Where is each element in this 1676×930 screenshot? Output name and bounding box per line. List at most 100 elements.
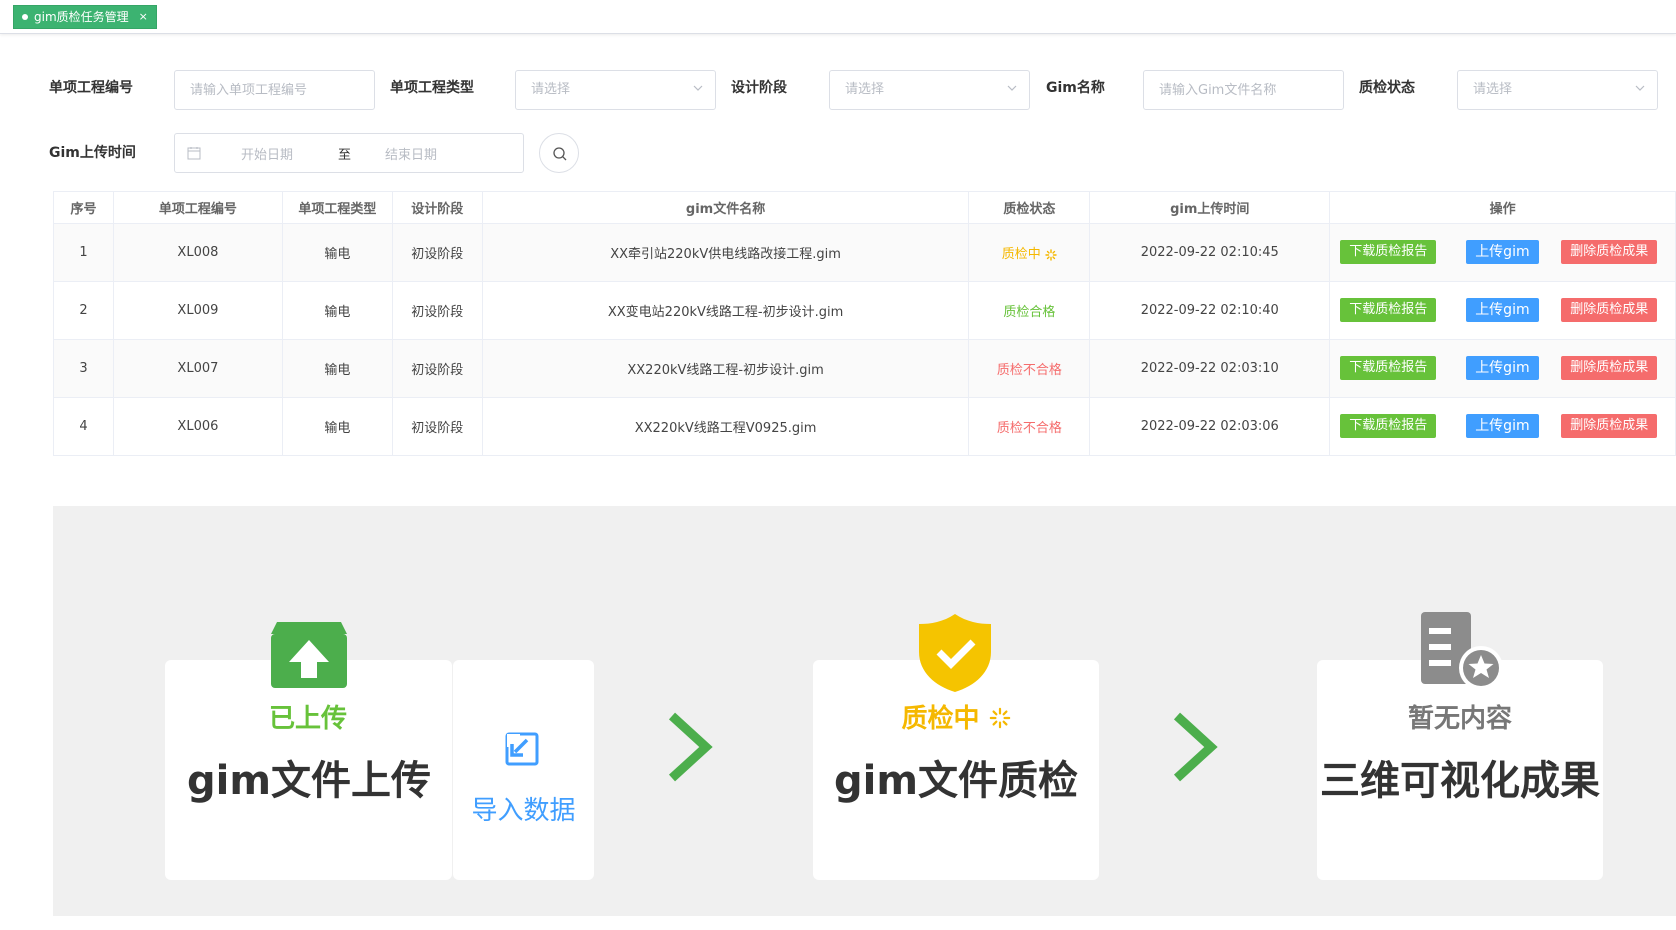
shield-check-icon <box>919 614 991 692</box>
import-icon[interactable] <box>503 730 541 768</box>
download-report-button[interactable]: 下载质检报告 <box>1340 356 1437 380</box>
cell-no: 1 <box>53 223 114 282</box>
cell-stage: 初设阶段 <box>391 339 483 398</box>
cell-stage: 初设阶段 <box>391 397 483 456</box>
cell-actions: 下载质检报告 上传gim 删除质检成果 <box>1329 397 1676 456</box>
step-qc-status: 质检中 <box>813 698 1099 735</box>
upload-gim-button[interactable]: 上传gim <box>1466 414 1539 438</box>
cell-status: 质检不合格 <box>968 339 1091 398</box>
delete-result-button[interactable]: 删除质检成果 <box>1561 240 1658 264</box>
step-qc-status-text: 质检中 <box>901 704 980 734</box>
delete-result-button[interactable]: 删除质检成果 <box>1561 414 1658 438</box>
cell-time: 2022-09-22 02:10:45 <box>1089 223 1331 282</box>
upload-box-icon <box>271 622 347 688</box>
qc-status-label: 质检状态 <box>1359 80 1415 96</box>
step-visual-title: 三维可视化成果 <box>1320 758 1600 804</box>
upload-gim-button[interactable]: 上传gim <box>1466 356 1539 380</box>
download-report-button[interactable]: 下载质检报告 <box>1340 240 1437 264</box>
table-row: 4 XL006 输电 初设阶段 XX220kV线路工程V0925.gim 质检不… <box>53 397 1676 456</box>
col-header-time: gim上传时间 <box>1089 191 1331 224</box>
end-date-input[interactable]: 结束日期 <box>385 144 437 163</box>
col-header-actions: 操作 <box>1329 191 1676 224</box>
cell-code: XL007 <box>112 339 283 398</box>
cell-status: 质检不合格 <box>968 397 1091 456</box>
chevron-down-icon <box>1007 85 1017 91</box>
tab-label: gim质检任务管理 <box>34 10 129 24</box>
status-badge: 质检不合格 <box>996 421 1062 436</box>
cell-no: 2 <box>53 281 114 340</box>
cell-stage: 初设阶段 <box>391 223 483 282</box>
cell-file: XX220kV线路工程-初步设计.gim <box>481 339 970 398</box>
design-stage-label: 设计阶段 <box>731 80 787 96</box>
cell-code: XL009 <box>112 281 283 340</box>
design-stage-placeholder: 请选择 <box>845 82 885 97</box>
cell-code: XL008 <box>112 223 283 282</box>
import-data-label[interactable]: 导入数据 <box>453 790 594 827</box>
gim-task-table: 序号 单项工程编号 单项工程类型 设计阶段 gim文件名称 质检状态 gim上传… <box>53 191 1676 456</box>
cell-type: 输电 <box>281 397 393 456</box>
step-upload-status: 已上传 <box>268 704 347 734</box>
document-star-icon <box>1421 612 1503 690</box>
date-range-separator: 至 <box>338 148 352 163</box>
step-visual-status: 暂无内容 <box>1407 704 1512 734</box>
cell-file: XX变电站220kV线路工程-初步设计.gim <box>481 281 970 340</box>
cell-actions: 下载质检报告 上传gim 删除质检成果 <box>1329 339 1676 398</box>
spinner-icon <box>1045 248 1057 261</box>
search-icon <box>553 147 567 161</box>
cell-time: 2022-09-22 02:03:06 <box>1089 397 1331 456</box>
col-header-file: gim文件名称 <box>481 191 970 224</box>
cell-status: 质检中 <box>968 223 1091 282</box>
chevron-down-icon <box>693 85 703 91</box>
qc-status-select[interactable]: 请选择 <box>1457 70 1658 110</box>
delete-result-button[interactable]: 删除质检成果 <box>1561 356 1658 380</box>
upload-date-range-picker[interactable]: 开始日期 至 结束日期 <box>174 133 524 173</box>
status-badge: 质检不合格 <box>996 363 1062 378</box>
spinner-icon <box>989 707 1010 729</box>
upload-gim-button[interactable]: 上传gim <box>1466 298 1539 322</box>
cell-type: 输电 <box>281 281 393 340</box>
chevron-right-icon <box>1173 712 1218 782</box>
download-report-button[interactable]: 下载质检报告 <box>1340 414 1437 438</box>
app-root: gim质检任务管理 × 单项工程编号 单项工程类型 请选择 设计阶段 请选择 G… <box>0 0 1676 930</box>
col-header-code: 单项工程编号 <box>112 191 283 224</box>
calendar-icon <box>187 147 201 160</box>
qc-status-placeholder: 请选择 <box>1473 82 1513 97</box>
cell-time: 2022-09-22 02:03:10 <box>1089 339 1331 398</box>
project-type-select[interactable]: 请选择 <box>515 70 716 110</box>
table-row: 2 XL009 输电 初设阶段 XX变电站220kV线路工程-初步设计.gim … <box>53 281 1676 340</box>
cell-file: XX牵引站220kV供电线路改接工程.gim <box>481 223 970 282</box>
cell-status: 质检合格 <box>968 281 1091 340</box>
cell-no: 4 <box>53 397 114 456</box>
chevron-right-icon <box>668 712 713 782</box>
cell-no: 3 <box>53 339 114 398</box>
cell-stage: 初设阶段 <box>391 281 483 340</box>
step-qc-title: gim文件质检 <box>833 758 1079 804</box>
cell-actions: 下载质检报告 上传gim 删除质检成果 <box>1329 281 1676 340</box>
col-header-no: 序号 <box>53 191 114 224</box>
table-header-row: 序号 单项工程编号 单项工程类型 设计阶段 gim文件名称 质检状态 gim上传… <box>53 191 1676 224</box>
chevron-down-icon <box>1635 85 1645 91</box>
tab-bar: gim质检任务管理 × <box>0 0 1676 34</box>
design-stage-select[interactable]: 请选择 <box>829 70 1030 110</box>
cell-type: 输电 <box>281 339 393 398</box>
import-data-card[interactable] <box>453 660 594 880</box>
cell-code: XL006 <box>112 397 283 456</box>
project-no-input[interactable] <box>174 70 375 110</box>
start-date-input[interactable]: 开始日期 <box>241 144 293 163</box>
project-no-label: 单项工程编号 <box>49 80 133 96</box>
gim-name-label: Gim名称 <box>1046 80 1105 96</box>
upload-gim-button[interactable]: 上传gim <box>1466 240 1539 264</box>
col-header-stage: 设计阶段 <box>391 191 483 224</box>
upload-time-label: Gim上传时间 <box>49 145 136 161</box>
table-row: 1 XL008 输电 初设阶段 XX牵引站220kV供电线路改接工程.gim 质… <box>53 223 1676 282</box>
search-button[interactable] <box>539 133 579 173</box>
gim-name-input[interactable] <box>1143 70 1344 110</box>
tab-gim-qc-task[interactable]: gim质检任务管理 × <box>13 5 157 29</box>
download-report-button[interactable]: 下载质检报告 <box>1340 298 1437 322</box>
status-badge: 质检中 <box>1001 247 1041 262</box>
delete-result-button[interactable]: 删除质检成果 <box>1561 298 1658 322</box>
tab-close-icon[interactable]: × <box>139 5 148 29</box>
cell-actions: 下载质检报告 上传gim 删除质检成果 <box>1329 223 1676 282</box>
table-row: 3 XL007 输电 初设阶段 XX220kV线路工程-初步设计.gim 质检不… <box>53 339 1676 398</box>
project-type-label: 单项工程类型 <box>390 80 474 96</box>
